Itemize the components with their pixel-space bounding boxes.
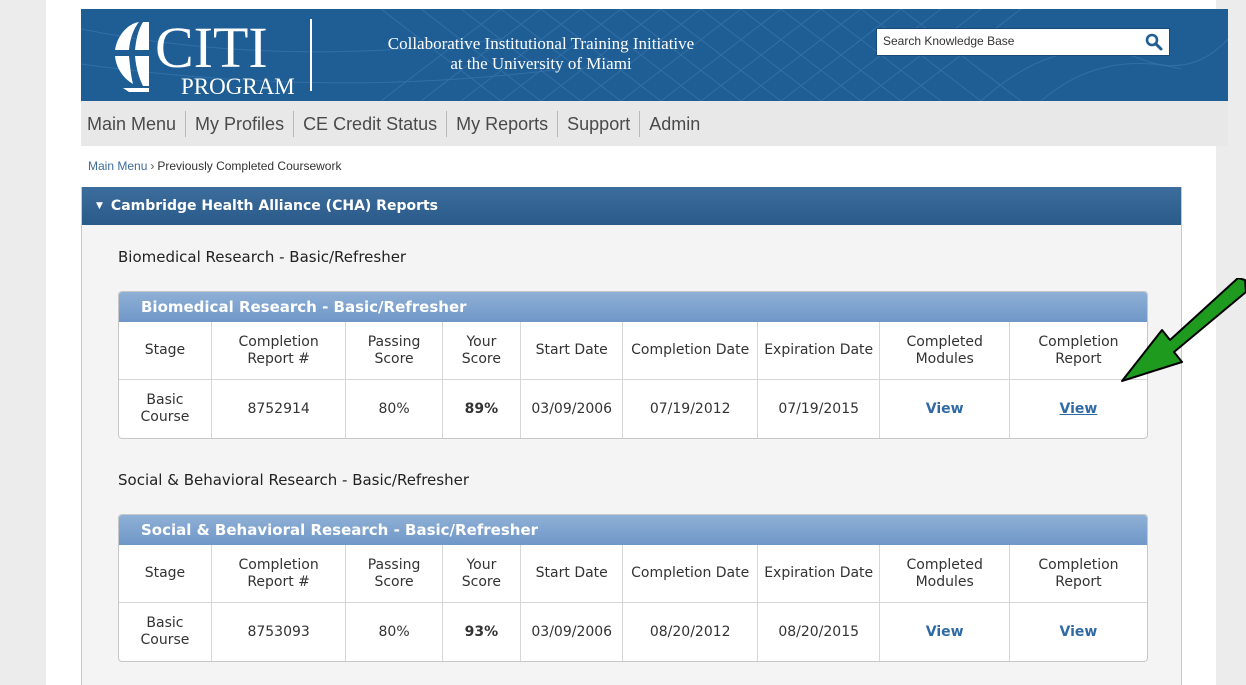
cell-your-score: 89%: [442, 379, 522, 438]
col-header-report-number: Completion Report #: [211, 545, 347, 603]
main-nav: Main Menu My Profiles CE Credit Status M…: [81, 101, 1228, 146]
table-header-row: Stage Completion Report # Passing Score …: [119, 322, 1147, 380]
col-header-report-number: Completion Report #: [211, 322, 347, 380]
cell-start-date: 03/09/2006: [520, 602, 624, 661]
breadcrumb-current: Previously Completed Coursework: [157, 159, 342, 173]
view-modules-link[interactable]: View: [926, 401, 964, 417]
nav-admin[interactable]: Admin: [640, 111, 709, 137]
cell-passing-score: 80%: [345, 379, 443, 438]
nav-my-reports[interactable]: My Reports: [447, 110, 559, 137]
institution-name: Collaborative Institutional Training Ini…: [321, 34, 761, 74]
cell-stage: Basic Course: [119, 379, 212, 438]
col-header-your-score: Your Score: [442, 545, 522, 603]
report-table: Biomedical Research - Basic/Refresher St…: [118, 291, 1148, 439]
col-header-completed-modules: Completed Modules: [879, 322, 1010, 380]
caret-down-icon: ▼: [96, 201, 103, 211]
institution-line-1: Collaborative Institutional Training Ini…: [387, 34, 695, 53]
report-grid: Stage Completion Report # Passing Score …: [119, 322, 1147, 438]
col-header-passing-score: Passing Score: [345, 545, 443, 603]
panel-title: Cambridge Health Alliance (CHA) Reports: [110, 198, 439, 214]
table-row: Basic Course 8752914 80% 89% 03/09/2006 …: [119, 379, 1147, 439]
col-header-stage: Stage: [119, 545, 212, 603]
search-button[interactable]: [1139, 29, 1169, 55]
cell-your-score: 93%: [442, 602, 522, 661]
search-icon: [1145, 33, 1163, 51]
cell-expiration-date: 07/19/2015: [757, 379, 881, 438]
cell-stage: Basic Course: [119, 602, 212, 661]
logo-divider: [310, 19, 312, 91]
nav-my-profiles[interactable]: My Profiles: [186, 110, 295, 137]
logo-program-text: PROGRAM: [181, 74, 295, 99]
cell-completed-modules: View: [879, 602, 1010, 661]
col-header-stage: Stage: [119, 322, 212, 380]
report-table: Social & Behavioral Research - Basic/Ref…: [118, 514, 1148, 662]
col-header-completed-modules: Completed Modules: [879, 545, 1010, 603]
cell-completion-date: 07/19/2012: [622, 379, 758, 438]
header-banner: CITI PROGRAM Collaborative Institutional…: [81, 9, 1228, 101]
cell-start-date: 03/09/2006: [520, 379, 624, 438]
cell-completion-report: View: [1009, 603, 1147, 662]
section-title: Biomedical Research - Basic/Refresher: [118, 248, 407, 266]
panel-header[interactable]: ▼ Cambridge Health Alliance (CHA) Report…: [82, 187, 1181, 225]
section-title: Social & Behavioral Research - Basic/Ref…: [118, 471, 469, 489]
reports-panel: ▼ Cambridge Health Alliance (CHA) Report…: [81, 187, 1182, 685]
col-header-completion-report: Completion Report: [1009, 545, 1147, 603]
view-report-link[interactable]: View: [1060, 401, 1098, 417]
cell-completion-report: View: [1009, 380, 1147, 439]
green-arrow-annotation: [1121, 278, 1246, 382]
globe-icon: [115, 22, 149, 92]
breadcrumb-separator: ›: [150, 159, 155, 173]
report-grid: Stage Completion Report # Passing Score …: [119, 545, 1147, 661]
cell-completion-date: 08/20/2012: [622, 602, 758, 661]
table-caption: Biomedical Research - Basic/Refresher: [119, 292, 1147, 322]
cell-report-number: 8752914: [211, 379, 347, 438]
breadcrumb-main-menu[interactable]: Main Menu: [88, 159, 147, 173]
breadcrumb: Main Menu › Previously Completed Coursewor…: [88, 159, 341, 173]
nav-main-menu[interactable]: Main Menu: [81, 110, 187, 137]
cell-expiration-date: 08/20/2015: [757, 602, 881, 661]
table-header-row: Stage Completion Report # Passing Score …: [119, 545, 1147, 603]
nav-support[interactable]: Support: [558, 110, 641, 137]
col-header-start-date: Start Date: [520, 545, 624, 603]
col-header-start-date: Start Date: [520, 322, 624, 380]
cell-completed-modules: View: [879, 379, 1010, 438]
table-caption: Social & Behavioral Research - Basic/Ref…: [119, 515, 1147, 545]
search-input[interactable]: [883, 31, 1133, 51]
col-header-expiration-date: Expiration Date: [757, 545, 881, 603]
search-box: [876, 28, 1170, 56]
col-header-your-score: Your Score: [442, 322, 522, 380]
table-row: Basic Course 8753093 80% 93% 03/09/2006 …: [119, 602, 1147, 662]
col-header-expiration-date: Expiration Date: [757, 322, 881, 380]
view-report-link[interactable]: View: [1060, 624, 1098, 640]
logo-citi-text: CITI: [155, 15, 268, 80]
nav-ce-credit-status[interactable]: CE Credit Status: [294, 110, 448, 137]
col-header-completion-date: Completion Date: [622, 322, 758, 380]
cell-passing-score: 80%: [345, 602, 443, 661]
view-modules-link[interactable]: View: [926, 624, 964, 640]
institution-line-2: at the University of Miami: [450, 54, 632, 73]
cell-report-number: 8753093: [211, 602, 347, 661]
col-header-passing-score: Passing Score: [345, 322, 443, 380]
col-header-completion-date: Completion Date: [622, 545, 758, 603]
